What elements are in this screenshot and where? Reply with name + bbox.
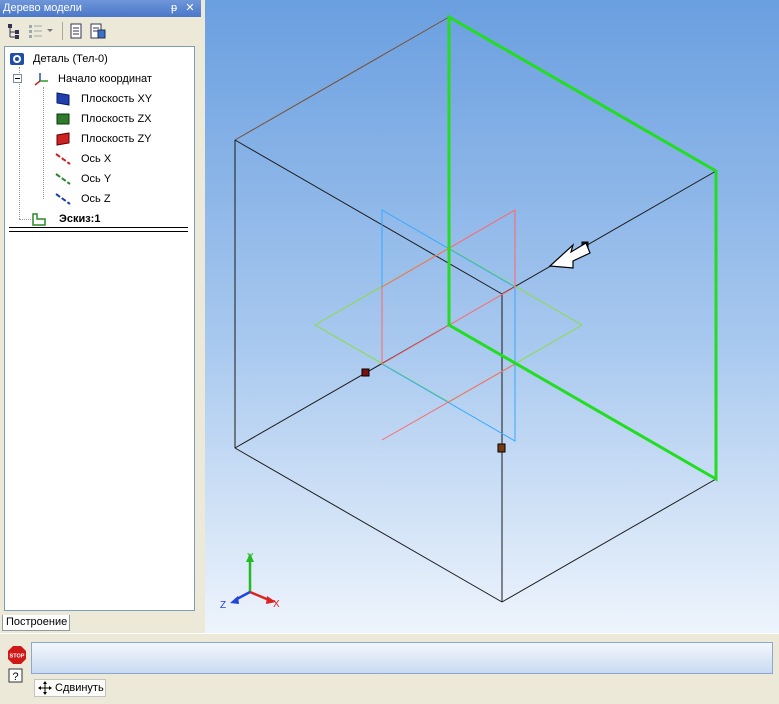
plane-xy-icon <box>56 92 70 106</box>
toolbar-separator <box>62 22 63 40</box>
axis-z-label: Z <box>220 600 226 611</box>
panel-header: Дерево модели ᵽ ✕ <box>0 0 201 17</box>
tree-item-plane-xy[interactable]: Плоскость XY <box>55 90 189 108</box>
axis-x-icon <box>55 153 71 165</box>
tree-item-label: Эскиз:1 <box>59 213 101 225</box>
tree-item-plane-zy[interactable]: Плоскость ZY <box>55 130 189 148</box>
edge-handle[interactable] <box>361 368 370 377</box>
tree-structure-icon[interactable] <box>4 21 24 41</box>
document-icon[interactable] <box>66 21 86 41</box>
tree-item-label: Плоскость XY <box>81 93 153 105</box>
model-canvas: Y X Z <box>220 14 718 611</box>
edge-handle[interactable] <box>497 443 506 453</box>
stop-label: STOP <box>10 654 25 660</box>
box-edge <box>501 170 717 295</box>
tree-connector <box>19 219 31 220</box>
tree-end-marker <box>9 227 188 232</box>
tree-item-label: Плоскость ZY <box>81 133 152 145</box>
plane-zx-icon <box>56 113 70 125</box>
tree-connector <box>43 87 44 199</box>
command-prompt-field[interactable] <box>31 642 773 674</box>
close-icon[interactable]: ✕ <box>183 0 197 17</box>
help-button[interactable]: ? <box>8 668 24 684</box>
origin-icon <box>34 73 48 86</box>
tree-item-sketch[interactable]: Эскиз:1 <box>31 210 189 228</box>
model-tree-panel: Дерево модели ᵽ ✕ Деталь (Тел-0) Начало … <box>0 0 201 633</box>
tree-item-axis-z[interactable]: Ось Z <box>55 190 189 208</box>
axis-y-label: Y <box>247 552 254 563</box>
stop-button[interactable]: STOP <box>8 646 26 664</box>
sketch-icon <box>32 213 46 226</box>
move-icon <box>38 681 52 695</box>
tree-item-plane-zx[interactable]: Плоскость ZX <box>55 110 189 128</box>
tree-item-label: Ось X <box>81 153 112 165</box>
axis-y-icon <box>55 173 71 185</box>
axis-z-icon <box>55 193 71 205</box>
tree-toolbar <box>0 18 201 44</box>
document-properties-icon[interactable] <box>88 21 108 41</box>
collapse-icon[interactable] <box>13 74 22 83</box>
tree-item-root[interactable]: Деталь (Тел-0) <box>9 50 189 68</box>
tree-item-label: Деталь (Тел-0) <box>33 53 108 65</box>
box-edge <box>234 447 503 603</box>
move-tab-button[interactable]: Сдвинуть <box>34 679 106 697</box>
part-icon <box>10 53 24 65</box>
help-label: ? <box>12 671 18 683</box>
box-edge <box>234 16 450 141</box>
tree-item-origin[interactable]: Начало координат <box>13 70 189 88</box>
tree-item-label: Ось Z <box>81 193 111 205</box>
box-edge <box>234 139 503 295</box>
axis-triad: Y X Z <box>220 552 280 611</box>
tab-construction[interactable]: Построение <box>2 615 70 631</box>
tree-item-axis-x[interactable]: Ось X <box>55 150 189 168</box>
panel-title: Дерево модели <box>3 2 82 14</box>
tree-view: Деталь (Тел-0) Начало координат Плоскост… <box>4 46 195 611</box>
move-label: Сдвинуть <box>55 682 104 694</box>
box-edge <box>501 478 717 603</box>
direction-arrow-icon[interactable] <box>548 242 591 269</box>
plane-zy-icon <box>56 132 70 146</box>
tree-connector <box>19 67 20 219</box>
3d-viewport[interactable]: Y X Z <box>205 0 779 633</box>
tree-view-mode-icon[interactable] <box>26 21 58 41</box>
tree-item-label: Начало координат <box>58 73 152 85</box>
pin-icon[interactable]: ᵽ <box>167 0 181 17</box>
tree-item-label: Плоскость ZX <box>81 113 152 125</box>
property-bar: STOP ? Сдвинуть <box>0 633 779 704</box>
tree-item-axis-y[interactable]: Ось Y <box>55 170 189 188</box>
axis-x-label: X <box>273 599 280 610</box>
tree-item-label: Ось Y <box>81 173 112 185</box>
